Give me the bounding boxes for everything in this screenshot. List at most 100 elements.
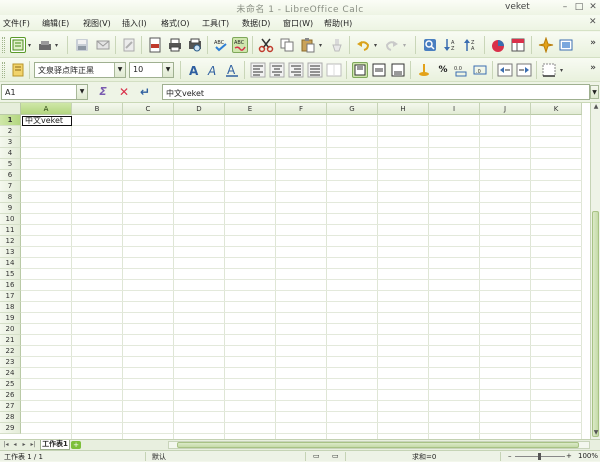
row-header-23[interactable]: 23 <box>0 357 21 368</box>
font-name-dropdown-icon[interactable]: ▼ <box>114 63 125 77</box>
first-sheet-icon[interactable]: |◂ <box>2 441 10 449</box>
save-icon[interactable] <box>74 37 90 53</box>
align-bottom-icon[interactable] <box>390 62 406 78</box>
maximize-button[interactable]: □ <box>574 2 584 12</box>
menu-view[interactable]: 视图(V) <box>83 18 111 29</box>
column-header-e[interactable]: E <box>225 103 276 115</box>
paste-icon[interactable] <box>300 37 316 53</box>
column-header-j[interactable]: J <box>480 103 531 115</box>
accept-icon[interactable]: ↵ <box>138 85 152 99</box>
row-header-19[interactable]: 19 <box>0 313 21 324</box>
insert-chart-icon[interactable] <box>490 37 506 53</box>
row-header-8[interactable]: 8 <box>0 192 21 203</box>
formula-expand-icon[interactable]: ▼ <box>590 85 599 99</box>
undo-dropdown-icon[interactable]: ▾ <box>374 42 377 49</box>
name-box[interactable]: A1 ▼ <box>1 84 88 100</box>
redo-dropdown-icon[interactable]: ▾ <box>403 42 406 49</box>
navigator-icon[interactable] <box>538 36 554 54</box>
column-header-k[interactable]: K <box>531 103 582 115</box>
row-header-20[interactable]: 20 <box>0 324 21 335</box>
row-header-15[interactable]: 15 <box>0 269 21 280</box>
underline-icon[interactable]: A <box>224 62 240 78</box>
print-icon[interactable] <box>167 37 183 53</box>
undo-icon[interactable] <box>355 37 371 53</box>
row-header-24[interactable]: 24 <box>0 368 21 379</box>
font-size-combo[interactable]: 10 ▼ <box>129 62 174 78</box>
merge-cells-icon[interactable] <box>326 62 342 78</box>
row-header-16[interactable]: 16 <box>0 280 21 291</box>
gallery-icon[interactable] <box>558 37 574 53</box>
row-header-1[interactable]: 1 <box>0 115 21 126</box>
column-header-a[interactable]: A <box>21 103 72 115</box>
row-header-17[interactable]: 17 <box>0 291 21 302</box>
bold-icon[interactable]: A <box>186 62 202 78</box>
row-header-7[interactable]: 7 <box>0 181 21 192</box>
scroll-up-arrow-icon[interactable]: ▲ <box>592 103 600 112</box>
row-header-12[interactable]: 12 <box>0 236 21 247</box>
row-header-13[interactable]: 13 <box>0 247 21 258</box>
decrease-indent-icon[interactable] <box>497 62 513 78</box>
redo-icon[interactable] <box>384 37 400 53</box>
copy-icon[interactable] <box>279 37 295 53</box>
horizontal-scroll-thumb[interactable] <box>177 442 579 448</box>
row-header-6[interactable]: 6 <box>0 170 21 181</box>
column-header-d[interactable]: D <box>174 103 225 115</box>
menu-insert[interactable]: 插入(I) <box>122 18 147 29</box>
row-header-3[interactable]: 3 <box>0 137 21 148</box>
zoom-out-button[interactable]: – <box>508 452 512 460</box>
column-header-g[interactable]: G <box>327 103 378 115</box>
prev-sheet-icon[interactable]: ◂ <box>11 441 19 449</box>
sheet-tab[interactable]: 工作表1 <box>40 440 70 450</box>
spreadsheet-grid[interactable]: A B C D E F G H I J K 1 2 3 4 5 6 7 8 9 10 11 12 13 14 15 16 17 18 19… <box>0 103 590 439</box>
font-size-dropdown-icon[interactable]: ▼ <box>162 63 173 77</box>
print-preview-icon[interactable] <box>187 37 203 53</box>
percent-format-icon[interactable]: % <box>435 62 451 78</box>
align-middle-icon[interactable] <box>371 62 387 78</box>
column-header-b[interactable]: B <box>72 103 123 115</box>
align-center-icon[interactable] <box>269 62 285 78</box>
row-header-11[interactable]: 11 <box>0 225 21 236</box>
menu-window[interactable]: 窗口(W) <box>283 18 313 29</box>
column-header-f[interactable]: F <box>276 103 327 115</box>
open-icon[interactable] <box>37 37 53 53</box>
menu-data[interactable]: 数据(D) <box>242 18 270 29</box>
row-header-28[interactable]: 28 <box>0 412 21 423</box>
align-left-icon[interactable] <box>250 62 266 78</box>
toolbar-handle[interactable] <box>2 62 5 78</box>
menu-help[interactable]: 帮助(H) <box>324 18 352 29</box>
row-header-21[interactable]: 21 <box>0 335 21 346</box>
autospellcheck-icon[interactable]: ABC <box>232 37 248 53</box>
toolbar-handle[interactable] <box>2 37 5 53</box>
cut-icon[interactable] <box>258 37 274 53</box>
borders-dropdown-icon[interactable]: ▾ <box>560 67 563 74</box>
zoom-level[interactable]: 100% <box>578 452 598 460</box>
row-header-26[interactable]: 26 <box>0 390 21 401</box>
justify-icon[interactable] <box>307 62 323 78</box>
close-window-button[interactable]: ✕ <box>588 2 598 12</box>
column-header-i[interactable]: I <box>429 103 480 115</box>
paste-dropdown-icon[interactable]: ▾ <box>319 42 322 49</box>
new-document-icon[interactable] <box>10 37 26 53</box>
email-icon[interactable] <box>95 37 111 53</box>
row-header-2[interactable]: 2 <box>0 126 21 137</box>
font-name-combo[interactable]: 文泉驿点阵正黑 ▼ <box>34 62 126 78</box>
sort-ascending-icon[interactable]: AZ <box>442 37 458 53</box>
row-header-27[interactable]: 27 <box>0 401 21 412</box>
spellcheck-icon[interactable]: ABC <box>213 37 229 53</box>
active-cell-a1[interactable]: 中文veket <box>22 116 72 126</box>
insert-mode-icon[interactable]: ▭ <box>313 452 320 460</box>
row-header-22[interactable]: 22 <box>0 346 21 357</box>
row-header-5[interactable]: 5 <box>0 159 21 170</box>
add-decimal-icon[interactable]: .0 <box>472 62 488 78</box>
formatting-toolbar-more-icon[interactable]: » <box>590 63 596 73</box>
open-dropdown-icon[interactable]: ▾ <box>55 42 58 49</box>
function-wizard-icon[interactable]: Σ <box>96 85 110 99</box>
menu-file[interactable]: 文件(F) <box>3 18 30 29</box>
menu-edit[interactable]: 编辑(E) <box>42 18 69 29</box>
styles-formatting-icon[interactable] <box>10 62 26 78</box>
increase-indent-icon[interactable] <box>516 62 532 78</box>
pivot-table-icon[interactable] <box>510 37 526 53</box>
selection-mode-icon[interactable]: ▭ <box>332 452 339 460</box>
scroll-down-arrow-icon[interactable]: ▼ <box>592 429 600 438</box>
menu-format[interactable]: 格式(O) <box>161 18 190 29</box>
